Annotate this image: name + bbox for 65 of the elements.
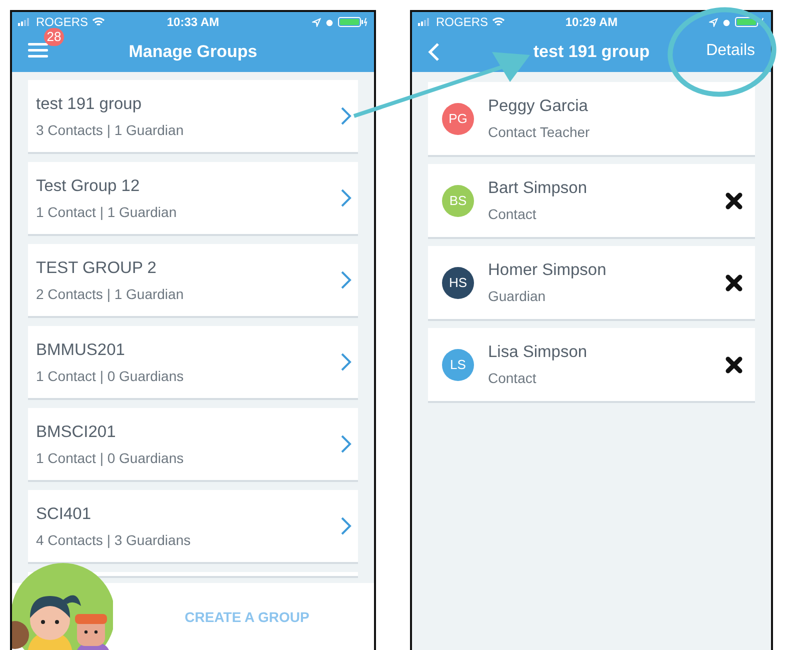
member-card[interactable]: PG Peggy Garcia Contact Teacher bbox=[428, 82, 755, 155]
group-name: SCI401 bbox=[36, 504, 92, 524]
group-summary: 1 Contact | 1 Guardian bbox=[36, 204, 177, 220]
group-card[interactable]: SCI401 4 Contacts | 3 Guardians bbox=[28, 490, 358, 562]
back-icon bbox=[428, 42, 440, 62]
signal-icon bbox=[18, 18, 32, 26]
group-summary: 2 Contacts | 1 Guardian bbox=[36, 286, 184, 302]
status-time: 10:29 AM bbox=[565, 15, 618, 29]
group-card[interactable]: test 191 group 3 Contacts | 1 Guardian bbox=[28, 80, 358, 152]
group-summary: 1 Contact | 0 Guardians bbox=[36, 368, 184, 384]
member-name: Lisa Simpson bbox=[488, 343, 588, 362]
screen-title: test 191 group bbox=[533, 42, 650, 62]
wifi-icon bbox=[92, 17, 106, 27]
menu-button[interactable] bbox=[28, 42, 48, 58]
avatar-initials: PG bbox=[442, 102, 474, 134]
carrier-name: ROGERS bbox=[36, 15, 88, 29]
member-card[interactable]: BS Bart Simpson Contact bbox=[428, 164, 755, 237]
member-name: Bart Simpson bbox=[488, 179, 588, 198]
remove-button[interactable] bbox=[725, 192, 743, 210]
group-name: BMSCI201 bbox=[36, 422, 117, 442]
chevron-right-icon bbox=[340, 270, 352, 290]
chevron-right-icon bbox=[340, 188, 352, 208]
menu-icon bbox=[28, 42, 48, 58]
member-card[interactable]: LS Lisa Simpson Contact bbox=[428, 328, 755, 401]
status-time: 10:33 AM bbox=[166, 15, 220, 29]
member-name: Peggy Garcia bbox=[488, 97, 589, 116]
back-button[interactable] bbox=[428, 42, 440, 62]
location-icon bbox=[709, 18, 718, 26]
group-card[interactable]: TEST GROUP 2 2 Contacts | 1 Guardian bbox=[28, 244, 358, 316]
close-icon bbox=[725, 274, 743, 292]
wifi-icon bbox=[492, 17, 506, 27]
signal-icon bbox=[418, 18, 432, 26]
group-card[interactable]: BMMUS201 1 Contact | 0 Guardians bbox=[28, 326, 358, 398]
battery-icon bbox=[338, 17, 368, 27]
group-summary: 3 Contacts | 1 Guardian bbox=[36, 122, 184, 138]
member-role: Guardian bbox=[488, 288, 547, 304]
group-name: test 191 group bbox=[36, 94, 142, 114]
location-icon bbox=[312, 18, 321, 26]
group-name: TEST GROUP 2 bbox=[36, 258, 158, 278]
group-card[interactable]: BMSCI201 1 Contact | 0 Guardians bbox=[28, 408, 358, 480]
avatar-initials: LS bbox=[442, 348, 474, 380]
close-icon bbox=[725, 192, 743, 210]
remove-button[interactable] bbox=[725, 356, 743, 374]
battery-icon bbox=[735, 17, 765, 27]
avatar-initials: BS bbox=[442, 184, 474, 216]
avatar-initials: HS bbox=[442, 266, 474, 298]
member-name: Homer Simpson bbox=[488, 261, 608, 280]
chevron-right-icon bbox=[340, 106, 352, 126]
member-card[interactable]: HS Homer Simpson Guardian bbox=[428, 246, 755, 319]
group-name: BMMUS201 bbox=[36, 340, 126, 360]
group-name: Test Group 12 bbox=[36, 176, 141, 196]
screen-title: Manage Groups bbox=[128, 42, 258, 62]
group-card[interactable]: Test Group 12 1 Contact | 1 Guardian bbox=[28, 162, 358, 234]
member-role: Contact bbox=[488, 370, 538, 386]
notification-badge: 28 bbox=[44, 28, 64, 46]
member-role: Contact bbox=[488, 206, 538, 222]
group-summary: 4 Contacts | 3 Guardians bbox=[36, 532, 191, 548]
close-icon bbox=[725, 356, 743, 374]
carrier-name: ROGERS bbox=[436, 15, 488, 29]
remove-button[interactable] bbox=[725, 274, 743, 292]
group-summary: 1 Contact | 0 Guardians bbox=[36, 450, 184, 466]
chevron-right-icon bbox=[340, 352, 352, 372]
member-role: Contact Teacher bbox=[488, 124, 591, 140]
chevron-right-icon bbox=[340, 516, 352, 536]
chevron-right-icon bbox=[340, 434, 352, 454]
